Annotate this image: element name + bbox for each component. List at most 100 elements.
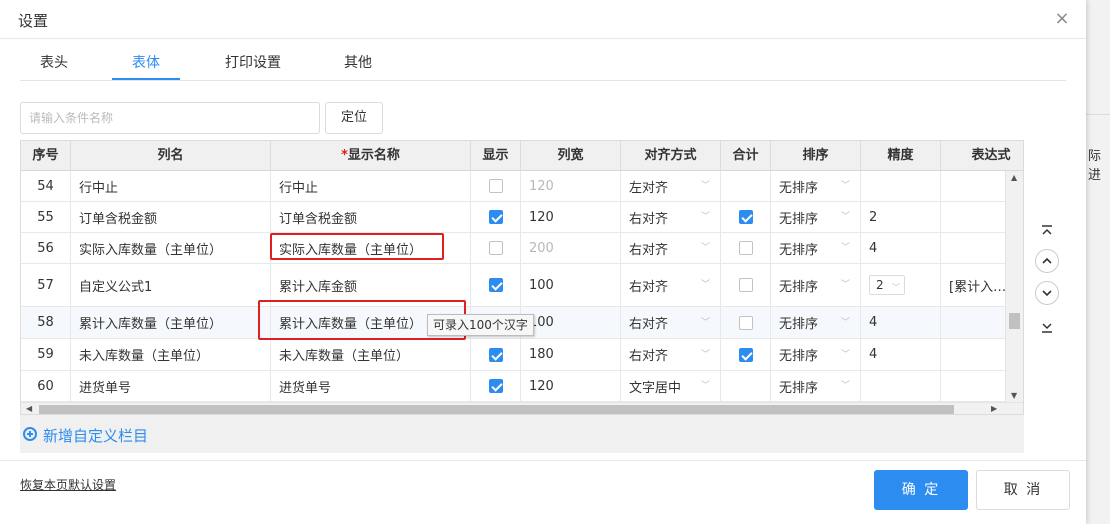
sum-checkbox[interactable] bbox=[738, 347, 753, 362]
align-select[interactable]: 左对齐 ﹀ bbox=[621, 171, 721, 201]
width-input[interactable]: 120 bbox=[521, 202, 621, 232]
width-input[interactable]: 100 bbox=[521, 307, 621, 338]
sort-select[interactable]: 无排序 ﹀ bbox=[771, 339, 861, 370]
chevron-down-icon: ﹀ bbox=[700, 317, 710, 328]
align-select[interactable]: 右对齐 ﹀ bbox=[621, 233, 721, 263]
sort-value: 无排序 bbox=[779, 211, 819, 227]
width-input[interactable]: 180 bbox=[521, 339, 621, 370]
align-value: 左对齐 bbox=[629, 180, 669, 196]
dialog-title: 设置 bbox=[18, 12, 49, 30]
horizontal-scrollbar[interactable]: ◀ ▶ bbox=[21, 402, 1023, 414]
add-circle-icon[interactable] bbox=[23, 427, 37, 441]
width-input[interactable]: 120 bbox=[521, 371, 621, 401]
sort-value: 无排序 bbox=[779, 380, 819, 396]
table-row: 54 行中止 行中止 120 左对齐 ﹀ 无排序 ﹀ bbox=[21, 171, 1005, 202]
tab-other[interactable]: 其他 bbox=[342, 50, 374, 80]
sum-checkbox[interactable] bbox=[738, 315, 753, 330]
cancel-button[interactable]: 取 消 bbox=[976, 470, 1070, 510]
show-checkbox[interactable] bbox=[488, 379, 503, 393]
condition-search-input[interactable] bbox=[20, 102, 320, 134]
show-checkbox[interactable] bbox=[488, 278, 503, 292]
width-input[interactable]: 200 bbox=[521, 233, 621, 263]
expression-cell[interactable] bbox=[941, 233, 1005, 263]
display-name-input[interactable]: 行中止 bbox=[271, 171, 471, 201]
align-select[interactable]: 右对齐 ﹀ bbox=[621, 202, 721, 232]
scroll-left-icon[interactable]: ◀ bbox=[26, 404, 32, 413]
chevron-down-icon: ﹀ bbox=[700, 181, 710, 191]
precision-select[interactable]: 2 ﹀ bbox=[869, 275, 905, 295]
tab-body[interactable]: 表体 bbox=[112, 50, 180, 80]
chevron-down-icon: ﹀ bbox=[700, 280, 710, 290]
chevron-down-icon: ﹀ bbox=[700, 349, 710, 360]
scroll-up-icon[interactable]: ▲ bbox=[1011, 173, 1017, 182]
expression-cell[interactable] bbox=[941, 339, 1005, 370]
sort-value: 无排序 bbox=[779, 349, 819, 364]
align-select[interactable]: 右对齐 ﹀ bbox=[621, 339, 721, 370]
precision-input[interactable]: 4 bbox=[861, 339, 941, 370]
add-custom-column-link[interactable]: 新增自定义栏目 bbox=[43, 425, 148, 446]
precision-input[interactable] bbox=[861, 371, 941, 401]
sum-checkbox[interactable] bbox=[738, 210, 753, 224]
align-select[interactable]: 右对齐 ﹀ bbox=[621, 307, 721, 338]
sort-value: 无排序 bbox=[779, 180, 819, 196]
precision-input[interactable]: 4 bbox=[861, 307, 941, 338]
display-name-input[interactable]: 订单含税金额 bbox=[271, 202, 471, 232]
expression-cell[interactable] bbox=[941, 171, 1005, 201]
display-name-input[interactable]: 累计入库金额 bbox=[271, 264, 471, 306]
restore-defaults-link[interactable]: 恢复本页默认设置 bbox=[20, 476, 116, 493]
sort-select[interactable]: 无排序 ﹀ bbox=[771, 264, 861, 306]
sort-select[interactable]: 无排序 ﹀ bbox=[771, 371, 861, 401]
background-divider bbox=[1086, 114, 1110, 115]
sum-checkbox[interactable] bbox=[738, 278, 753, 292]
tab-print-settings[interactable]: 打印设置 bbox=[224, 50, 282, 80]
ok-button[interactable]: 确 定 bbox=[874, 470, 968, 510]
horizontal-scroll-thumb[interactable] bbox=[39, 405, 954, 414]
precision-input[interactable]: 2 bbox=[861, 202, 941, 232]
locate-button[interactable]: 定位 bbox=[325, 102, 383, 134]
chevron-down-icon: ﹀ bbox=[840, 317, 850, 328]
precision-input[interactable]: 4 bbox=[861, 233, 941, 263]
display-name-input[interactable]: 实际入库数量（主单位） bbox=[271, 233, 471, 263]
move-to-bottom-icon[interactable] bbox=[1034, 314, 1060, 340]
align-select[interactable]: 文字居中 ﹀ bbox=[621, 371, 721, 401]
sum-cell bbox=[721, 171, 771, 201]
col-header-precision: 精度 bbox=[861, 141, 941, 171]
move-down-icon[interactable] bbox=[1035, 281, 1059, 305]
expression-cell[interactable]: [累计入… bbox=[941, 264, 1005, 306]
align-value: 右对齐 bbox=[629, 279, 669, 295]
vertical-scroll-thumb[interactable] bbox=[1009, 313, 1020, 329]
vertical-scrollbar[interactable]: ▲ ▼ bbox=[1005, 171, 1023, 402]
width-input[interactable]: 120 bbox=[521, 171, 621, 201]
precision-input[interactable] bbox=[861, 171, 941, 201]
show-cell bbox=[471, 339, 521, 370]
footer-divider bbox=[0, 460, 1086, 461]
expression-cell[interactable] bbox=[941, 307, 1005, 338]
sort-select[interactable]: 无排序 ﹀ bbox=[771, 307, 861, 338]
display-name-input[interactable]: 未入库数量（主单位） bbox=[271, 339, 471, 370]
move-to-top-icon[interactable] bbox=[1034, 218, 1060, 244]
scroll-down-icon[interactable]: ▼ bbox=[1011, 391, 1017, 400]
sort-select[interactable]: 无排序 ﹀ bbox=[771, 233, 861, 263]
sum-checkbox[interactable] bbox=[738, 241, 753, 255]
show-checkbox[interactable] bbox=[488, 241, 503, 255]
expression-cell[interactable] bbox=[941, 371, 1005, 401]
expression-cell[interactable] bbox=[941, 202, 1005, 232]
precision-cell: 2 ﹀ bbox=[861, 264, 941, 306]
tab-bar: 表头 表体 打印设置 其他 bbox=[20, 50, 1066, 81]
column-name-cell: 进货单号 bbox=[71, 371, 271, 401]
show-checkbox[interactable] bbox=[488, 179, 503, 193]
scroll-right-icon[interactable]: ▶ bbox=[991, 404, 997, 413]
tab-header[interactable]: 表头 bbox=[38, 50, 70, 80]
show-checkbox[interactable] bbox=[488, 210, 503, 224]
sort-select[interactable]: 无排序 ﹀ bbox=[771, 171, 861, 201]
close-icon[interactable]: × bbox=[1053, 8, 1071, 30]
sum-cell bbox=[721, 264, 771, 306]
col-header-sum: 合计 bbox=[721, 141, 771, 171]
sort-select[interactable]: 无排序 ﹀ bbox=[771, 202, 861, 232]
align-select[interactable]: 右对齐 ﹀ bbox=[621, 264, 721, 306]
show-checkbox[interactable] bbox=[488, 347, 503, 362]
display-name-input[interactable]: 进货单号 bbox=[271, 371, 471, 401]
sort-value: 无排序 bbox=[779, 242, 819, 258]
move-up-icon[interactable] bbox=[1035, 249, 1059, 273]
width-input[interactable]: 100 bbox=[521, 264, 621, 306]
